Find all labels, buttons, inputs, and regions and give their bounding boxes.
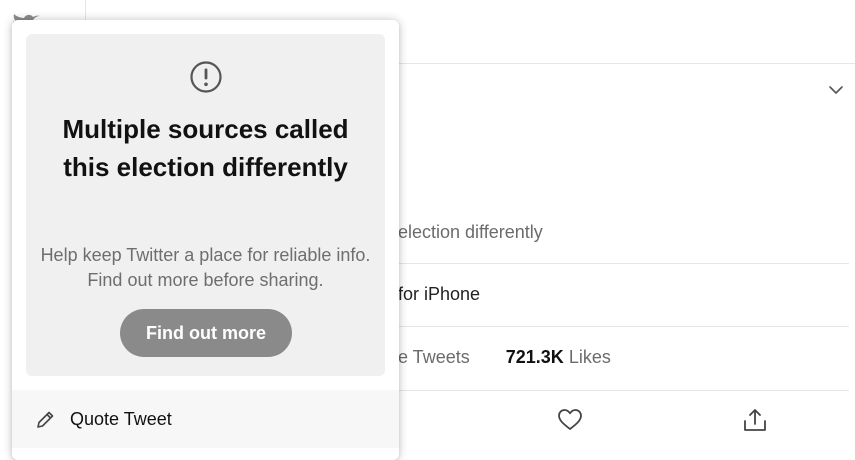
divider (398, 390, 849, 391)
heart-icon[interactable] (556, 406, 584, 434)
chevron-down-icon[interactable] (826, 80, 846, 100)
misleading-info-notice: Multiple sources called this election di… (26, 34, 385, 376)
likes-count: 721.3K (505, 347, 564, 367)
quote-tweet-menu-item[interactable]: Quote Tweet (12, 390, 399, 448)
divider (398, 263, 849, 264)
source-text: for iPhone (398, 284, 481, 304)
likes-label: Likes (568, 347, 611, 367)
quote-tweets-stat[interactable]: e Tweets (398, 347, 470, 367)
find-out-more-button[interactable]: Find out more (120, 309, 292, 357)
retweet-menu-popup: Multiple sources called this election di… (12, 20, 399, 460)
election-notice-link[interactable]: election differently (398, 222, 849, 262)
left-rail (0, 0, 12, 448)
notice-body: Help keep Twitter a place for reliable i… (40, 245, 371, 290)
tweet-stats: e Tweets 721.3K Likes (398, 347, 849, 387)
tweet-source: for iPhone (398, 284, 849, 324)
header-divider (398, 63, 855, 64)
share-icon[interactable] (741, 406, 769, 434)
notice-text: election differently (398, 222, 543, 242)
quote-tweet-label: Quote Tweet (70, 409, 172, 429)
pencil-icon (37, 411, 54, 428)
likes-stat[interactable]: 721.3K Likes (506, 347, 611, 367)
divider (398, 326, 849, 327)
notice-title: Multiple sources called this election di… (62, 114, 349, 182)
exclamation-circle-icon (190, 61, 222, 93)
